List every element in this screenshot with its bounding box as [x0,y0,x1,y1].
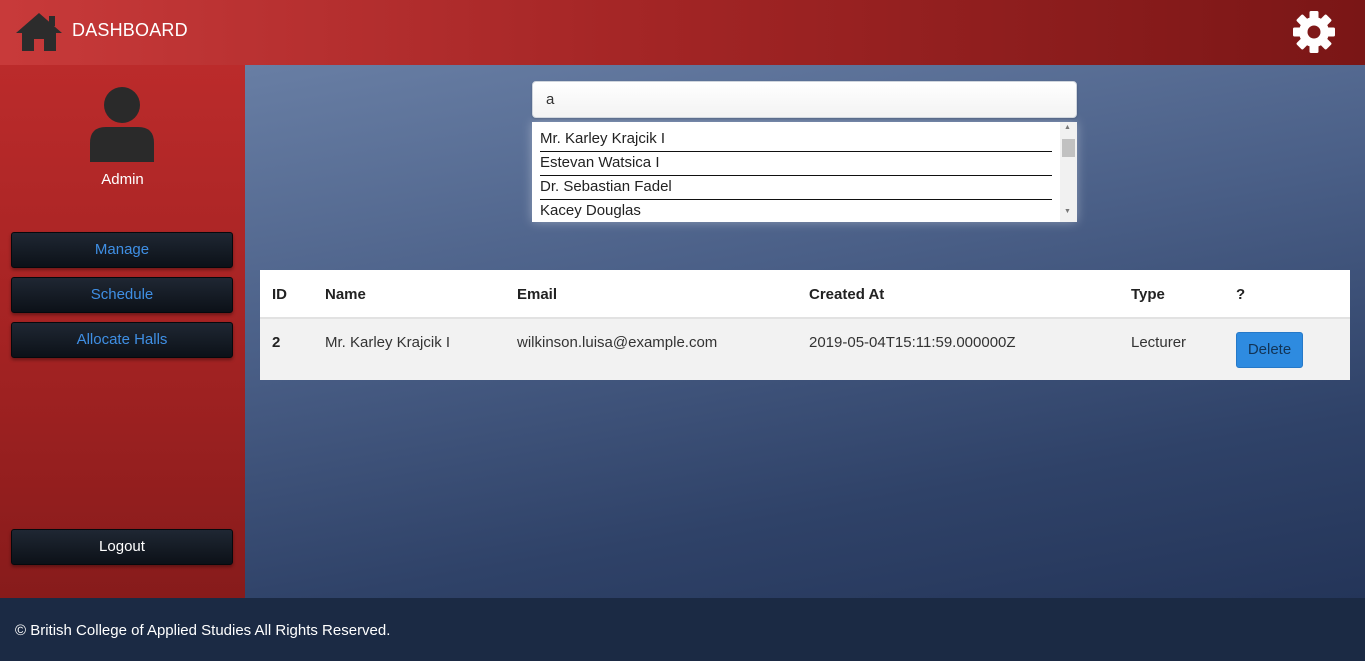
footer: © British College of Applied Studies All… [0,598,1365,661]
nav-allocate-halls-button[interactable]: Allocate Halls [11,322,233,358]
suggestion-scrollbar[interactable]: ▲ ▼ [1060,122,1077,222]
cell-email: wilkinson.luisa@example.com [517,334,718,351]
sidebar: Admin Manage Schedule Allocate Halls Log… [0,65,245,598]
column-header-id: ID [272,286,287,303]
nav-schedule-button[interactable]: Schedule [11,277,233,313]
suggestion-item[interactable]: Mr. Karley Krajcik I [540,128,1052,152]
scroll-thumb[interactable] [1062,139,1075,157]
column-header-name: Name [325,286,366,303]
logout-button[interactable]: Logout [11,529,233,565]
cell-id: 2 [272,334,281,351]
scroll-up-arrow-icon[interactable]: ▲ [1064,124,1071,131]
cell-type: Lecturer [1131,334,1187,351]
user-avatar-icon [90,87,154,162]
top-bar: DASHBOARD [0,0,1365,65]
delete-button[interactable]: Delete [1236,332,1303,368]
cell-created-at: 2019-05-04T15:11:59.000000Z [809,334,1016,351]
search-suggestion-list: Mr. Karley Krajcik I Estevan Watsica I D… [532,122,1077,222]
table-header-row: ID Name Email Created At Type ? [260,270,1350,319]
table-row: 2 Mr. Karley Krajcik I wilkinson.luisa@e… [260,319,1350,380]
cell-name: Mr. Karley Krajcik I [325,334,451,351]
copyright-text: © British College of Applied Studies All… [15,622,391,639]
user-name-label: Admin [101,171,144,188]
suggestion-item[interactable]: Kacey Douglas [540,200,1052,222]
home-icon[interactable] [14,11,64,53]
main-content: Mr. Karley Krajcik I Estevan Watsica I D… [245,65,1365,598]
page-title: DASHBOARD [72,20,188,40]
column-header-email: Email [517,286,558,303]
suggestion-item[interactable]: Estevan Watsica I [540,152,1052,176]
nav-manage-button[interactable]: Manage [11,232,233,268]
gear-icon[interactable] [1292,10,1336,54]
scroll-down-arrow-icon[interactable]: ▼ [1064,208,1071,215]
search-input[interactable] [532,81,1077,118]
column-header-action: ? [1236,286,1246,303]
suggestion-item[interactable]: Dr. Sebastian Fadel [540,176,1052,200]
column-header-created-at: Created At [809,286,885,303]
column-header-type: Type [1131,286,1165,303]
